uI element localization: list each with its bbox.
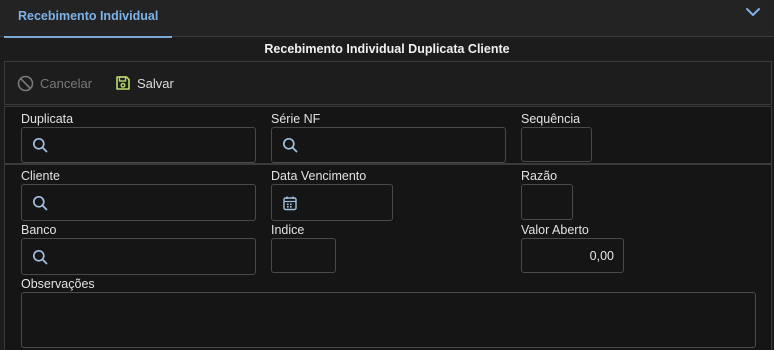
indice-field[interactable] (271, 238, 336, 273)
serie-nf-field[interactable] (271, 127, 506, 163)
observacoes-label: Observações (21, 277, 95, 291)
data-vencimento-label: Data Vencimento (271, 169, 367, 183)
banco-label: Banco (21, 223, 57, 237)
tab-label: Recebimento Individual (18, 9, 159, 23)
tab-recebimento-individual[interactable]: Recebimento Individual (4, 0, 172, 38)
form-title: Recebimento Individual Duplicata Cliente (264, 42, 510, 56)
sequencia-label: Sequência (521, 112, 581, 126)
save-button[interactable]: Salvar (115, 74, 174, 92)
sequencia-field[interactable] (521, 127, 592, 162)
observacoes-textarea[interactable] (21, 292, 756, 348)
indice-label: Indice (271, 223, 305, 237)
razao-label: Razão (521, 169, 558, 183)
banco-field[interactable] (21, 238, 256, 275)
chevron-down-icon[interactable] (744, 4, 762, 20)
search-icon[interactable] (32, 195, 48, 211)
serie-nf-label: Série NF (271, 112, 321, 126)
duplicata-group: Duplicata Série NF Sequência (4, 106, 772, 164)
tab-bar: Recebimento Individual (0, 0, 774, 38)
valor-aberto-field[interactable]: 0,00 (521, 238, 624, 273)
save-icon (115, 75, 131, 91)
calendar-icon[interactable] (282, 195, 298, 211)
search-icon[interactable] (32, 249, 48, 265)
cancel-button[interactable]: Cancelar (17, 74, 92, 92)
valor-aberto-value: 0,00 (589, 248, 614, 263)
cancel-circle-icon (17, 75, 34, 92)
save-label: Salvar (137, 75, 174, 91)
razao-field[interactable] (521, 184, 573, 220)
cliente-label: Cliente (21, 169, 60, 183)
cliente-group: Cliente Data Vencimento Razão Banco Indi… (4, 164, 772, 350)
toolbar: Cancelar Salvar (4, 61, 772, 105)
duplicata-field[interactable] (21, 127, 256, 163)
duplicata-label: Duplicata (21, 112, 74, 126)
cancel-label: Cancelar (40, 75, 93, 91)
data-vencimento-field[interactable] (271, 184, 393, 221)
search-icon[interactable] (32, 137, 48, 153)
search-icon[interactable] (282, 137, 298, 153)
cliente-field[interactable] (21, 184, 256, 221)
valor-aberto-label: Valor Aberto (521, 223, 589, 237)
